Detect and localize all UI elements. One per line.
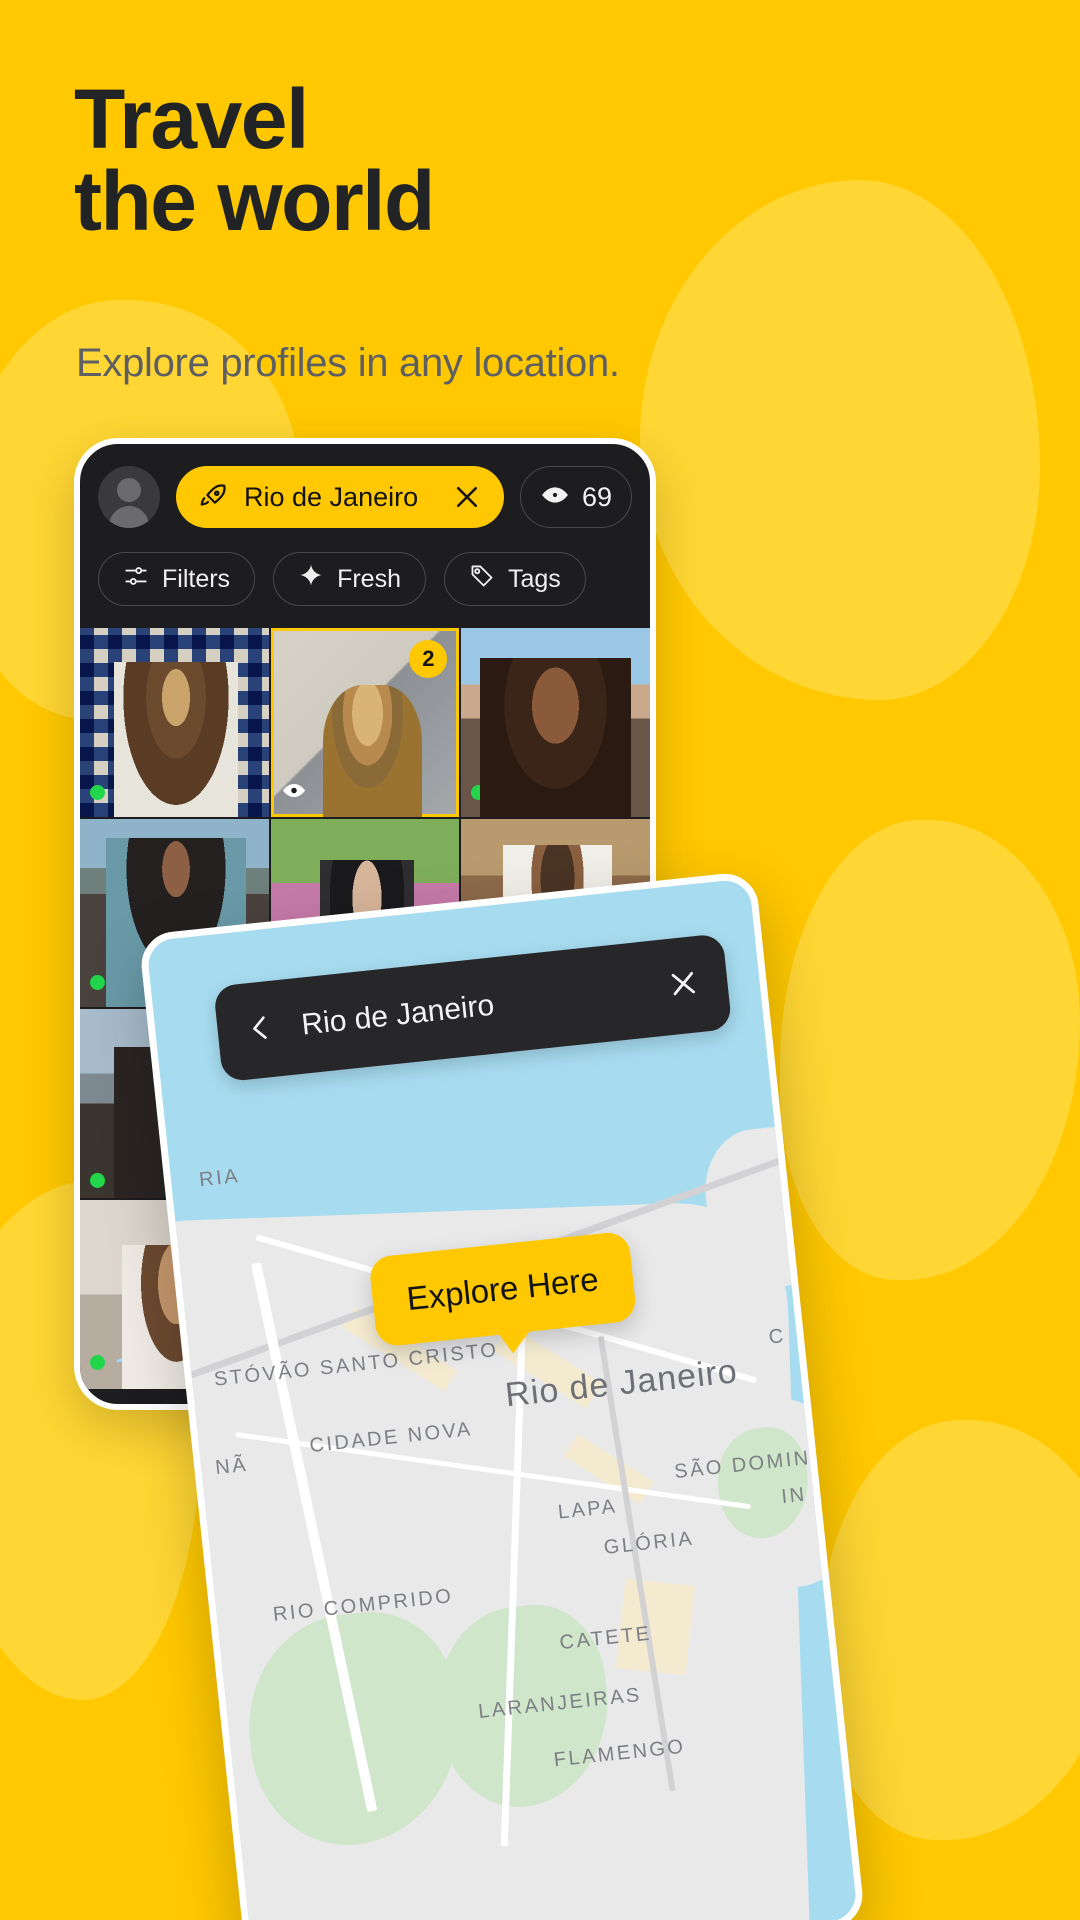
view-count-value: 69 xyxy=(581,481,613,512)
phone-header: Rio de Janeiro 69 Filters Fresh Tags xyxy=(80,444,650,628)
location-search-value: Rio de Janeiro xyxy=(244,481,419,512)
close-icon[interactable] xyxy=(452,482,482,512)
tile-status-row xyxy=(90,968,140,997)
rocket-icon xyxy=(198,482,228,512)
profile-name-label: Paulo xyxy=(471,778,559,807)
map-card: Rio de Janeiro RIASTÓVÃO SANTO CRISTOGAM… xyxy=(138,870,866,1920)
close-icon[interactable] xyxy=(666,966,702,1006)
chip-tags[interactable]: Tags xyxy=(443,552,586,606)
profile-name: João xyxy=(114,777,169,806)
online-status-dot xyxy=(471,784,487,800)
tile-status-row xyxy=(281,778,307,807)
map-neighborhood-label: RIA xyxy=(198,1165,242,1192)
chip-fresh[interactable]: Fresh xyxy=(273,552,426,606)
tile-status-row xyxy=(90,1346,140,1379)
avatar[interactable] xyxy=(98,466,160,528)
online-status-dot xyxy=(90,975,105,991)
online-status-dot xyxy=(90,1354,105,1370)
eye-icon xyxy=(540,482,570,513)
sparkle-icon xyxy=(298,563,324,596)
profile-name-label: João xyxy=(90,778,168,807)
location-search-field[interactable]: Rio de Janeiro xyxy=(176,466,504,528)
profile-tile[interactable]: 2 xyxy=(270,628,460,817)
plane-icon xyxy=(114,1346,140,1379)
profile-tile[interactable]: João xyxy=(80,628,269,817)
eye-icon xyxy=(114,968,140,997)
map-neighborhood-label: IN xyxy=(780,1483,808,1509)
online-status-dot xyxy=(90,1173,105,1188)
tag-icon xyxy=(469,563,495,596)
view-count-pill[interactable]: 69 xyxy=(520,466,632,528)
filter-chip-row: Filters Fresh Tags xyxy=(98,552,632,628)
phone-topbar: Rio de Janeiro 69 xyxy=(98,466,632,528)
map-neighborhood-label: C xyxy=(767,1324,787,1349)
profile-name: Paulo xyxy=(495,777,560,806)
chip-label: Fresh xyxy=(337,564,401,593)
chip-label: Filters xyxy=(162,564,231,593)
chip-label: Tags xyxy=(507,564,561,593)
online-status-dot xyxy=(90,784,105,800)
tile-status-row xyxy=(90,1173,105,1188)
profile-tile[interactable]: Paulo xyxy=(461,628,650,817)
page-subtitle: Explore profiles in any location. xyxy=(76,341,620,385)
chevron-left-icon[interactable] xyxy=(244,1009,278,1051)
photo-count-badge: 2 xyxy=(409,640,448,678)
map-neighborhood-label: NÃ xyxy=(214,1453,250,1480)
page-title: Travel the world xyxy=(74,72,435,249)
map-search-value: Rio de Janeiro xyxy=(299,988,496,1042)
eye-icon xyxy=(281,778,307,807)
chip-filters[interactable]: Filters xyxy=(98,552,256,606)
sliders-icon xyxy=(123,563,149,596)
